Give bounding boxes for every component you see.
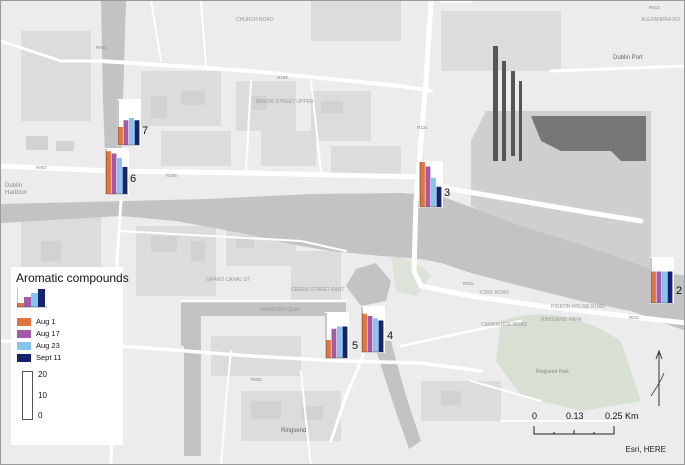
site-6-bar-1 bbox=[111, 153, 117, 194]
svg-text:R106: R106 bbox=[166, 173, 177, 178]
site-chart-7 bbox=[117, 99, 141, 146]
site-label-7: 7 bbox=[142, 125, 149, 137]
svg-text:R802: R802 bbox=[36, 165, 47, 170]
site-2-bar-3 bbox=[667, 271, 673, 303]
legend-swatch bbox=[17, 330, 31, 338]
site-chart-5 bbox=[325, 312, 349, 359]
legend-label: Sept 11 bbox=[36, 353, 62, 362]
site-4-bar-3 bbox=[378, 320, 384, 352]
legend-swatch bbox=[17, 342, 31, 350]
site-6-bar-2 bbox=[117, 158, 122, 194]
legend-scale-tick-20: 20 bbox=[38, 370, 47, 379]
svg-text:R131: R131 bbox=[417, 125, 428, 130]
svg-text:YORK ROAD: YORK ROAD bbox=[479, 290, 509, 296]
svg-text:GREEN STREET EAST: GREEN STREET EAST bbox=[291, 287, 344, 293]
site-3-bar-3 bbox=[436, 186, 442, 207]
svg-text:R802: R802 bbox=[251, 377, 262, 382]
site-7-bar-0 bbox=[118, 127, 123, 145]
site-2-bar-0 bbox=[651, 271, 656, 303]
legend-scale-tick-10: 10 bbox=[38, 391, 47, 400]
svg-text:CHURCH ROAD: CHURCH ROAD bbox=[236, 17, 274, 23]
svg-text:Ringsend: Ringsend bbox=[281, 428, 306, 434]
site-chart-3 bbox=[419, 161, 443, 208]
site-7-bar-2 bbox=[129, 118, 134, 145]
site-6-bar-3 bbox=[122, 167, 128, 194]
site-4-bar-0 bbox=[362, 313, 367, 352]
legend-swatch bbox=[17, 354, 31, 362]
legend-label: Aug 17 bbox=[36, 329, 60, 338]
svg-text:PIGEON HOUSE ROAD: PIGEON HOUSE ROAD bbox=[551, 304, 606, 310]
legend-scale-tick-0: 0 bbox=[38, 411, 43, 420]
svg-text:MAYOR STREET UPPER: MAYOR STREET UPPER bbox=[256, 99, 314, 105]
site-4-bar-1 bbox=[367, 316, 373, 352]
site-7-bar-3 bbox=[134, 120, 140, 145]
svg-text:R801: R801 bbox=[96, 45, 107, 50]
site-label-6: 6 bbox=[130, 173, 137, 185]
site-2-bar-2 bbox=[662, 271, 667, 303]
site-label-4: 4 bbox=[387, 330, 394, 342]
svg-text:R811: R811 bbox=[629, 315, 640, 320]
site-6-bar-0 bbox=[106, 151, 111, 194]
scalebar-label-mid: 0.13 bbox=[566, 411, 584, 421]
svg-text:Harbour: Harbour bbox=[5, 190, 27, 196]
site-7-bar-1 bbox=[123, 120, 129, 145]
site-5-bar-3 bbox=[342, 326, 348, 358]
svg-text:R813: R813 bbox=[649, 5, 660, 10]
site-chart-4 bbox=[361, 306, 385, 353]
site-3-bar-2 bbox=[431, 177, 436, 207]
site-4-bar-2 bbox=[373, 318, 378, 352]
site-label-2: 2 bbox=[676, 285, 683, 297]
scalebar-label-0: 0 bbox=[532, 411, 538, 421]
svg-text:Dublin Port: Dublin Port bbox=[613, 55, 643, 61]
svg-text:CAMBRIDGE ROAD: CAMBRIDGE ROAD bbox=[481, 322, 528, 328]
svg-text:Ringsend Park: Ringsend Park bbox=[536, 369, 569, 375]
site-2-bar-1 bbox=[656, 271, 662, 303]
legend-scale-bar bbox=[22, 371, 33, 420]
legend-sample-chart-icon bbox=[17, 287, 47, 308]
site-label-5: 5 bbox=[352, 340, 359, 352]
site-3-bar-0 bbox=[420, 162, 425, 207]
map-figure: CHURCH ROAD MAYOR STREET UPPER YORK ROAD… bbox=[0, 0, 685, 465]
svg-text:HANOVER QUAY: HANOVER QUAY bbox=[261, 307, 302, 313]
site-5-bar-0 bbox=[326, 340, 331, 358]
legend-label: Aug 23 bbox=[36, 341, 60, 350]
svg-text:GRAND CANAL ST: GRAND CANAL ST bbox=[206, 277, 250, 283]
legend-title: Aromatic compounds bbox=[16, 271, 129, 285]
svg-text:RINGSEND PARK: RINGSEND PARK bbox=[541, 317, 583, 323]
site-5-bar-2 bbox=[337, 326, 342, 358]
svg-text:ALEXANDRA RO: ALEXANDRA RO bbox=[641, 17, 680, 23]
scalebar-label-end: 0.25 Km bbox=[605, 411, 639, 421]
svg-text:R815: R815 bbox=[463, 281, 474, 286]
site-chart-6 bbox=[105, 148, 129, 195]
legend-swatch bbox=[17, 318, 31, 326]
map-attribution: Esri, HERE bbox=[625, 445, 666, 454]
legend-label: Aug 1 bbox=[36, 317, 56, 326]
svg-text:R105: R105 bbox=[277, 75, 288, 80]
site-chart-2 bbox=[650, 257, 674, 304]
svg-text:Dublin: Dublin bbox=[5, 183, 22, 189]
site-5-bar-1 bbox=[331, 328, 337, 358]
site-label-3: 3 bbox=[444, 187, 451, 199]
site-3-bar-1 bbox=[425, 166, 431, 207]
legend-panel: Aromatic compounds Aug 1 Aug 17 Aug 23 S… bbox=[11, 267, 129, 445]
